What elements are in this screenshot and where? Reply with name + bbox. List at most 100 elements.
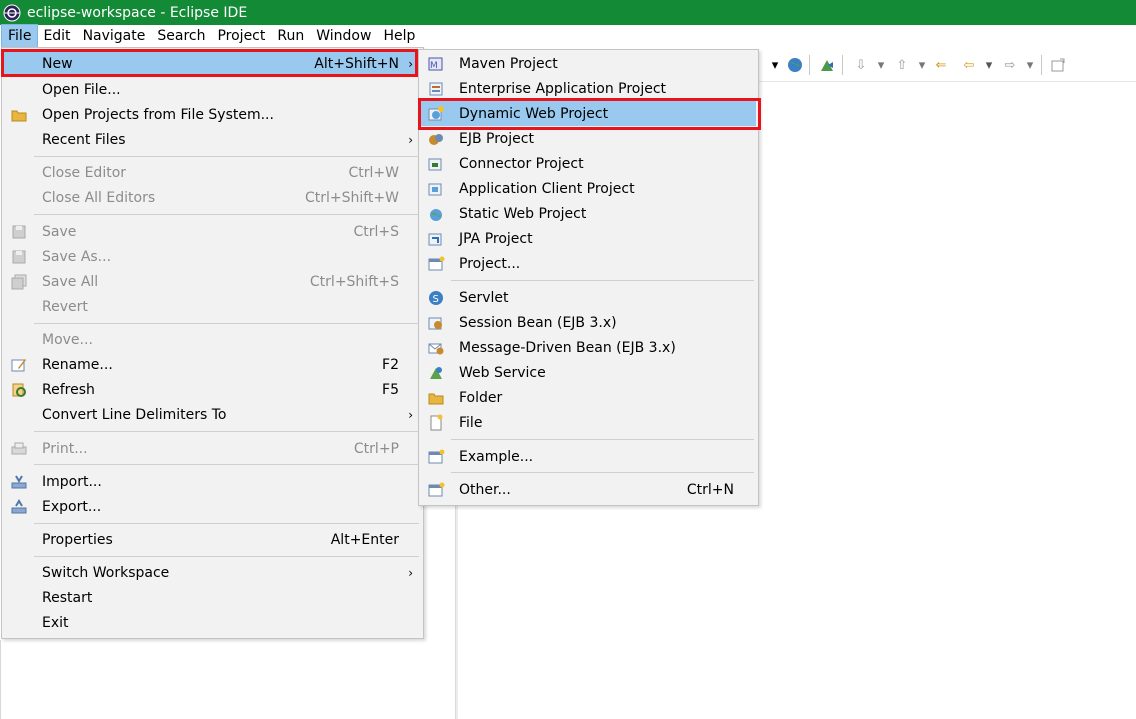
menu-item-recent-files[interactable]: Recent Files › xyxy=(4,127,421,152)
dropdown-arrow-icon[interactable]: ▾ xyxy=(766,56,784,74)
menu-separator xyxy=(451,439,754,440)
menu-item-convert-line-delimiters[interactable]: Convert Line Delimiters To › xyxy=(4,402,421,427)
menu-item-revert[interactable]: Revert xyxy=(4,294,421,319)
menu-item-message-driven-bean[interactable]: Message-Driven Bean (EJB 3.x) xyxy=(421,335,756,360)
example-icon xyxy=(428,449,445,464)
toolbar-separator xyxy=(809,55,810,75)
forward-icon[interactable]: ⇨ xyxy=(1001,56,1019,74)
next-annotation-icon[interactable]: ⇩ xyxy=(852,56,870,74)
refresh-icon xyxy=(12,383,26,397)
dropdown-arrow-icon[interactable]: ▾ xyxy=(872,56,890,74)
save-all-icon xyxy=(11,274,27,290)
dynamic-web-project-icon xyxy=(428,106,444,121)
menu-window[interactable]: Window xyxy=(310,25,377,47)
menu-item-close-editor[interactable]: Close Editor Ctrl+W xyxy=(4,160,421,185)
menu-item-export[interactable]: Export... xyxy=(4,494,421,519)
pin-editor-icon[interactable] xyxy=(1049,56,1067,74)
static-web-project-icon xyxy=(430,209,442,221)
back-icon[interactable]: ⇦ xyxy=(960,56,978,74)
chevron-right-icon: › xyxy=(408,132,413,147)
menu-item-file[interactable]: File xyxy=(421,410,756,435)
menu-item-folder[interactable]: Folder xyxy=(421,385,756,410)
menu-search[interactable]: Search xyxy=(151,25,211,47)
menu-separator xyxy=(34,156,419,157)
menu-item-close-all-editors[interactable]: Close All Editors Ctrl+Shift+W xyxy=(4,185,421,210)
menu-separator xyxy=(34,523,419,524)
import-icon xyxy=(11,475,27,489)
menu-item-save-as[interactable]: Save As... xyxy=(4,244,421,269)
menu-separator xyxy=(34,556,419,557)
menu-item-move[interactable]: Move... xyxy=(4,327,421,352)
dropdown-arrow-icon[interactable]: ▾ xyxy=(1021,56,1039,74)
menu-item-open-file[interactable]: Open File... xyxy=(4,77,421,102)
menu-item-open-projects[interactable]: Open Projects from File System... xyxy=(4,102,421,127)
menu-item-enterprise-application-project[interactable]: Enterprise Application Project xyxy=(421,76,756,101)
menu-item-properties[interactable]: Properties Alt+Enter xyxy=(4,527,421,552)
menu-item-static-web-project[interactable]: Static Web Project xyxy=(421,201,756,226)
menu-item-new[interactable]: New Alt+Shift+N › xyxy=(4,51,421,76)
menu-item-save[interactable]: Save Ctrl+S xyxy=(4,219,421,244)
last-edit-location-icon[interactable]: ⇐ xyxy=(932,56,950,74)
export-icon xyxy=(11,499,27,514)
ejb-project-icon xyxy=(429,134,443,145)
menu-file[interactable]: File xyxy=(0,24,39,48)
app-client-project-icon xyxy=(428,183,442,196)
menu-project[interactable]: Project xyxy=(211,25,271,47)
menu-item-project[interactable]: Project... xyxy=(421,251,756,276)
rename-icon xyxy=(11,359,26,372)
chevron-right-icon: › xyxy=(408,565,413,580)
menu-item-print[interactable]: Print... Ctrl+P xyxy=(4,436,421,461)
new-submenu: M Maven Project Enterprise Application P… xyxy=(418,49,759,506)
other-wizard-icon xyxy=(428,482,445,497)
menu-separator xyxy=(34,323,419,324)
eclipse-icon xyxy=(3,4,21,21)
run-server-icon[interactable] xyxy=(818,56,836,74)
connector-project-icon xyxy=(428,158,442,171)
save-icon xyxy=(12,225,26,239)
save-as-icon xyxy=(12,250,26,264)
menu-run[interactable]: Run xyxy=(271,25,310,47)
menu-item-refresh[interactable]: Refresh F5 xyxy=(4,377,421,402)
file-icon xyxy=(430,414,443,431)
menu-separator xyxy=(34,464,419,465)
enterprise-app-project-icon xyxy=(429,82,443,96)
project-explorer-panel xyxy=(0,640,455,719)
menu-item-exit[interactable]: Exit xyxy=(4,610,421,635)
menu-separator xyxy=(34,431,419,432)
jpa-project-icon xyxy=(428,233,442,246)
globe-icon[interactable] xyxy=(786,56,804,74)
folder-icon xyxy=(428,393,444,405)
menu-bar: File Edit Navigate Search Project Run Wi… xyxy=(0,24,1136,48)
previous-annotation-icon[interactable]: ⇧ xyxy=(893,56,911,74)
message-driven-bean-icon xyxy=(428,343,444,355)
dropdown-arrow-icon[interactable]: ▾ xyxy=(913,56,931,74)
svg-text:M: M xyxy=(430,61,438,71)
menu-item-web-service[interactable]: Web Service xyxy=(421,360,756,385)
menu-edit[interactable]: Edit xyxy=(37,25,76,47)
title-bar: eclipse-workspace - Eclipse IDE xyxy=(0,0,1136,25)
menu-item-session-bean[interactable]: Session Bean (EJB 3.x) xyxy=(421,310,756,335)
menu-item-import[interactable]: Import... xyxy=(4,469,421,494)
menu-item-jpa-project[interactable]: JPA Project xyxy=(421,226,756,251)
menu-item-maven-project[interactable]: M Maven Project xyxy=(421,51,756,76)
menu-item-switch-workspace[interactable]: Switch Workspace › xyxy=(4,560,421,585)
dropdown-arrow-icon[interactable]: ▾ xyxy=(980,56,998,74)
menu-item-application-client-project[interactable]: Application Client Project xyxy=(421,176,756,201)
menu-item-servlet[interactable]: S Servlet xyxy=(421,285,756,310)
toolbar-separator xyxy=(842,55,843,75)
menu-item-connector-project[interactable]: Connector Project xyxy=(421,151,756,176)
file-menu: New Alt+Shift+N › Open File... Open Proj… xyxy=(1,47,424,639)
menu-separator xyxy=(451,472,754,473)
menu-item-restart[interactable]: Restart xyxy=(4,585,421,610)
menu-item-example[interactable]: Example... xyxy=(421,444,756,469)
menu-item-dynamic-web-project[interactable]: Dynamic Web Project xyxy=(421,101,756,126)
web-service-icon xyxy=(430,367,442,379)
menu-item-save-all[interactable]: Save All Ctrl+Shift+S xyxy=(4,269,421,294)
project-icon xyxy=(428,256,445,271)
menu-help[interactable]: Help xyxy=(377,25,421,47)
chevron-right-icon: › xyxy=(408,56,413,71)
menu-item-ejb-project[interactable]: EJB Project xyxy=(421,126,756,151)
menu-item-rename[interactable]: Rename... F2 xyxy=(4,352,421,377)
menu-navigate[interactable]: Navigate xyxy=(77,25,152,47)
menu-item-other[interactable]: Other... Ctrl+N xyxy=(421,477,756,502)
